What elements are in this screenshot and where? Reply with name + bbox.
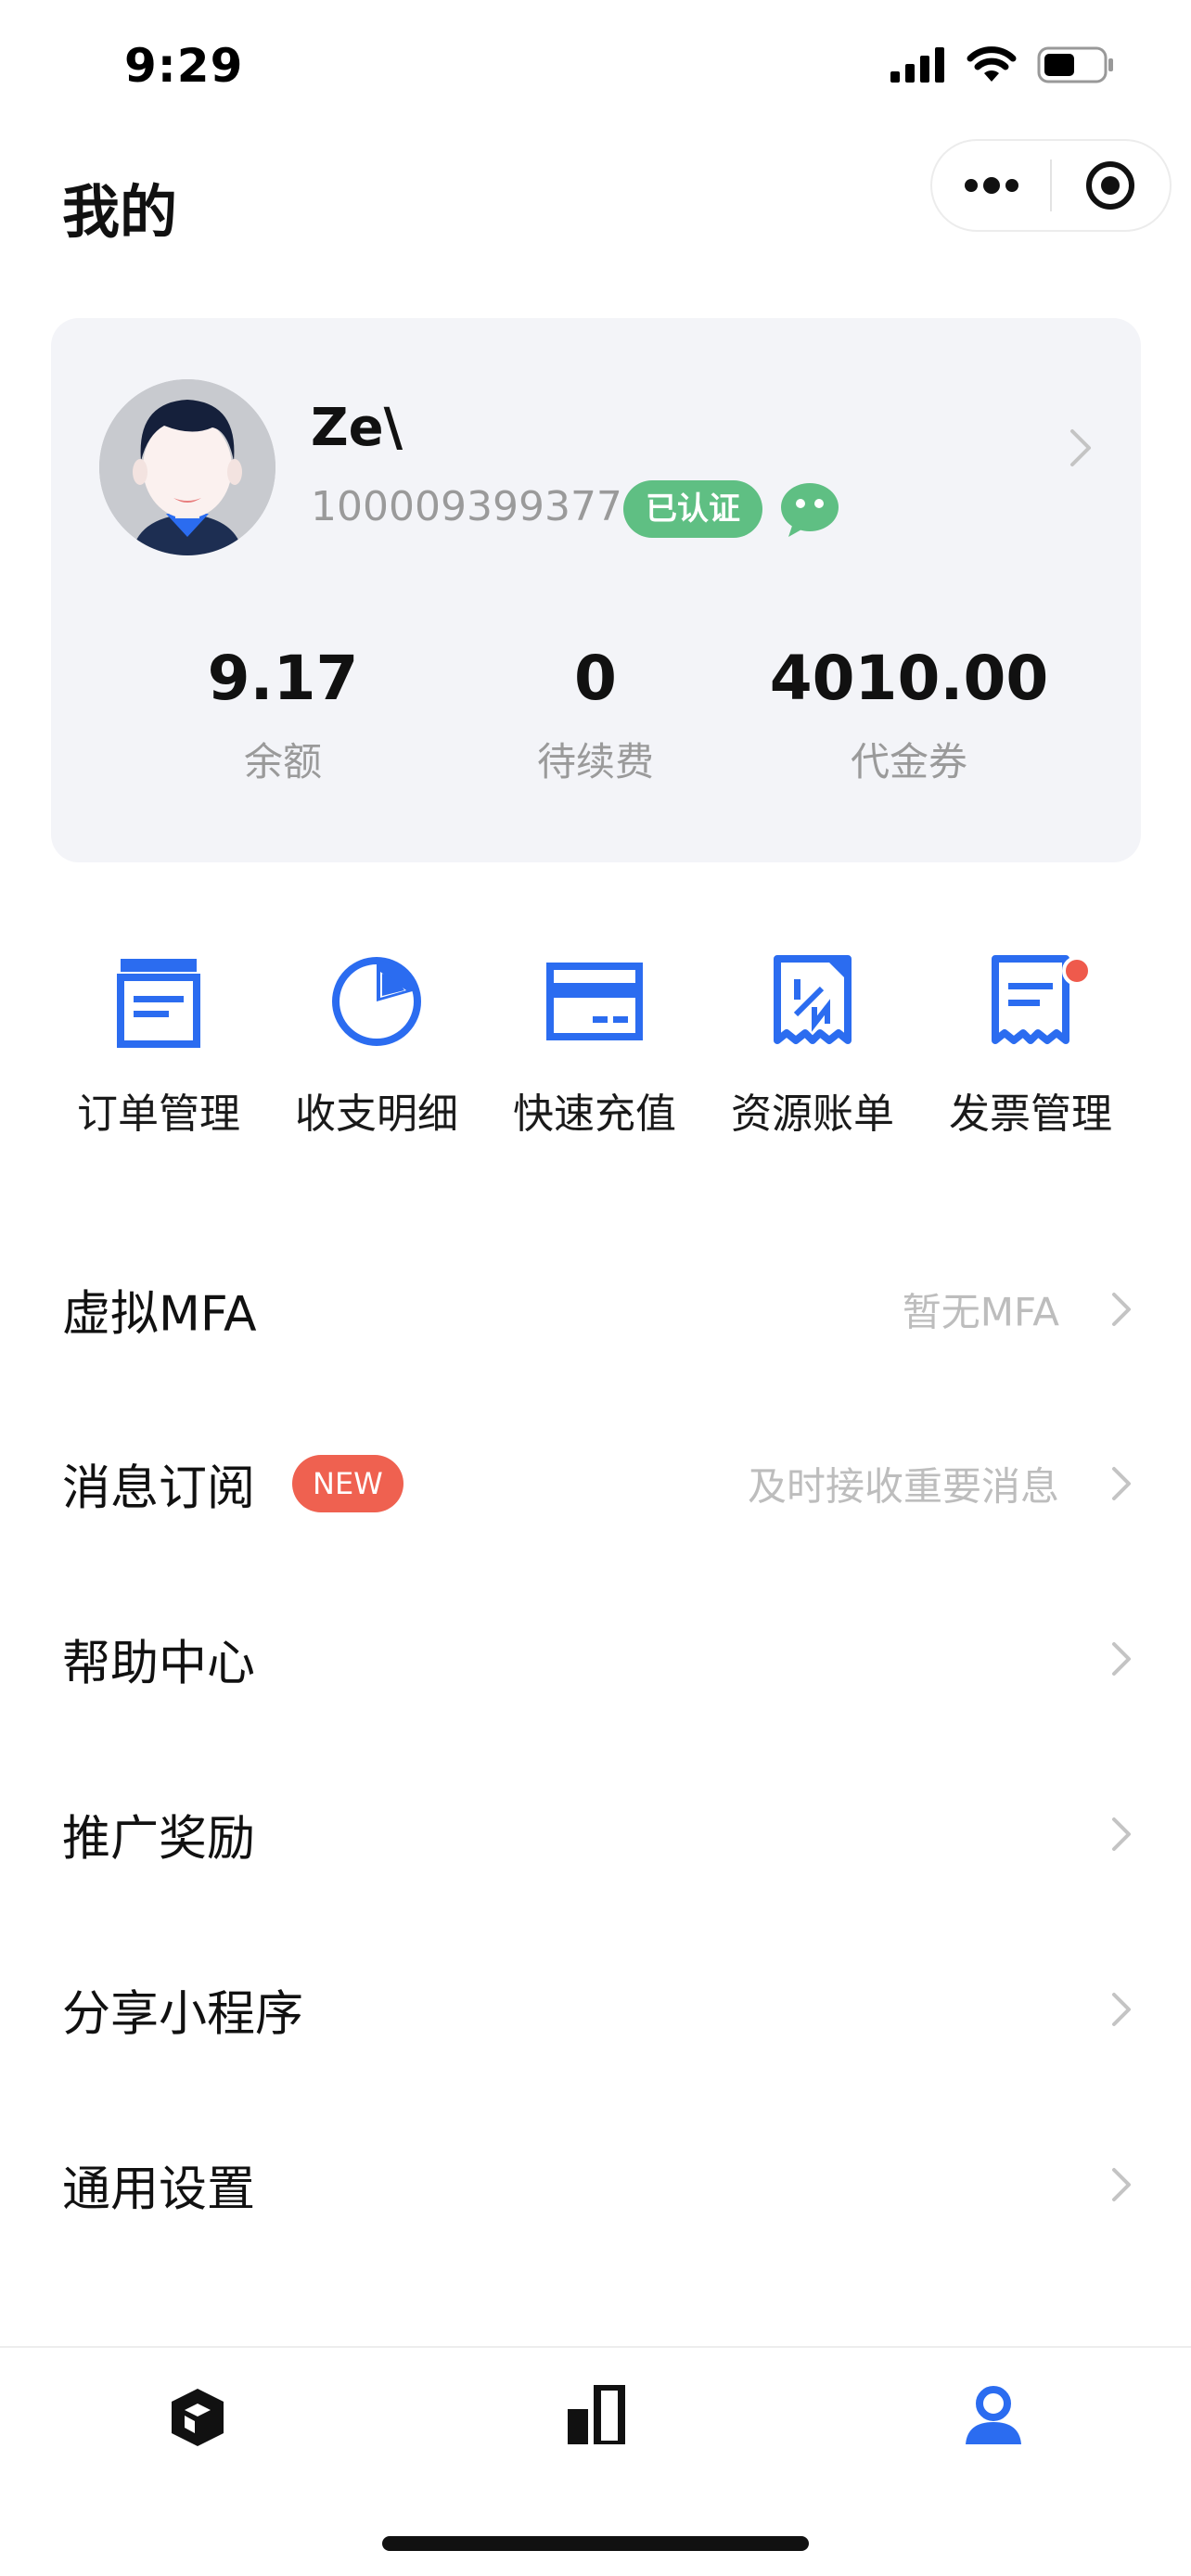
- more-dots-icon: [964, 177, 1018, 194]
- user-id: 100009399377: [311, 483, 622, 530]
- profile-card[interactable]: Ze\ 100009399377 已认证 9.17 余额 0 待续费 4010.…: [51, 318, 1141, 862]
- status-time: 9:29: [124, 39, 244, 93]
- new-badge: NEW: [292, 1455, 403, 1512]
- page-title: 我的: [62, 178, 178, 246]
- menu-message-subscription[interactable]: 消息订阅 NEW 及时接收重要消息: [0, 1396, 1191, 1572]
- avatar-illustration: [99, 379, 275, 555]
- notification-dot: [1062, 956, 1092, 986]
- cellular-signal-icon: [890, 47, 944, 83]
- invoice-icon: [992, 955, 1069, 1044]
- card-icon: [546, 963, 643, 1040]
- chevron-right-icon: [1112, 1817, 1131, 1851]
- chevron-right-icon: [1112, 2168, 1131, 2201]
- quick-actions: 订单管理 收支明细 快速充值 资源账单 发票管理: [0, 950, 1191, 1138]
- chevron-right-icon[interactable]: [1069, 427, 1093, 468]
- menu-virtual-mfa[interactable]: 虚拟MFA 暂无MFA: [0, 1221, 1191, 1397]
- bar-chart-icon: [568, 2385, 625, 2444]
- stat-label: 待续费: [536, 739, 654, 784]
- battery-icon: [1037, 46, 1113, 83]
- menu-hint: 暂无MFA: [902, 1289, 1059, 1335]
- tab-overview[interactable]: [531, 2385, 660, 2506]
- pie-chart-icon: [332, 957, 421, 1046]
- stat-label: 余额: [243, 739, 322, 784]
- stat-voucher[interactable]: 4010.00 代金券: [756, 643, 1062, 787]
- chevron-right-icon: [1112, 1993, 1131, 2026]
- menu-share-mini-program[interactable]: 分享小程序: [0, 1921, 1191, 2098]
- username: Ze\: [311, 398, 403, 458]
- stat-label: 代金券: [850, 739, 967, 784]
- tab-products[interactable]: [133, 2385, 263, 2506]
- stat-value: 0: [574, 643, 617, 714]
- menu-hint: 及时接收重要消息: [747, 1463, 1059, 1510]
- menu-general-settings[interactable]: 通用设置: [0, 2097, 1191, 2273]
- menu-label: 分享小程序: [62, 1986, 304, 2043]
- stat-balance[interactable]: 9.17 余额: [130, 643, 436, 787]
- menu-label: 推广奖励: [62, 1811, 256, 1868]
- chevron-right-icon: [1112, 1467, 1131, 1500]
- menu-referral-rewards[interactable]: 推广奖励: [0, 1746, 1191, 1922]
- stat-pending-renewal[interactable]: 0 待续费: [442, 643, 749, 787]
- chevron-right-icon: [1112, 1293, 1131, 1326]
- cube-icon: [172, 2389, 224, 2446]
- more-button[interactable]: [932, 141, 1050, 230]
- stat-value: 4010.00: [769, 643, 1049, 714]
- action-label: 快速充值: [513, 1090, 676, 1138]
- status-icons: [890, 46, 1115, 83]
- wifi-icon: [967, 46, 1017, 82]
- action-label: 收支明细: [295, 1090, 458, 1138]
- action-label: 订单管理: [77, 1090, 240, 1138]
- stat-value: 9.17: [207, 643, 359, 714]
- action-label: 资源账单: [731, 1090, 894, 1138]
- menu-label: 帮助中心: [62, 1636, 256, 1692]
- action-income-expense[interactable]: 收支明细: [267, 950, 486, 1140]
- action-quick-recharge[interactable]: 快速充值: [485, 950, 704, 1140]
- verified-badge: 已认证: [623, 480, 762, 538]
- target-circle-icon: [1086, 161, 1135, 210]
- avatar[interactable]: [99, 379, 275, 555]
- wechat-icon: [781, 483, 839, 537]
- mini-program-capsule: [930, 139, 1172, 232]
- close-mini-program-button[interactable]: [1052, 141, 1170, 230]
- action-resource-bill[interactable]: 资源账单: [703, 950, 922, 1140]
- menu-help-center[interactable]: 帮助中心: [0, 1571, 1191, 1747]
- receipt-icon: [774, 955, 852, 1044]
- tab-profile[interactable]: [928, 2385, 1058, 2506]
- chevron-right-icon: [1112, 1642, 1131, 1676]
- user-icon: [966, 2386, 1021, 2444]
- menu-label: 消息订阅: [62, 1460, 256, 1517]
- action-order-management[interactable]: 订单管理: [49, 950, 268, 1140]
- order-icon: [117, 959, 200, 1048]
- menu-label: 虚拟MFA: [62, 1286, 257, 1343]
- action-label: 发票管理: [949, 1090, 1112, 1138]
- menu-label: 通用设置: [62, 2162, 256, 2218]
- action-invoice-management[interactable]: 发票管理: [921, 950, 1140, 1140]
- home-indicator: [382, 2536, 809, 2551]
